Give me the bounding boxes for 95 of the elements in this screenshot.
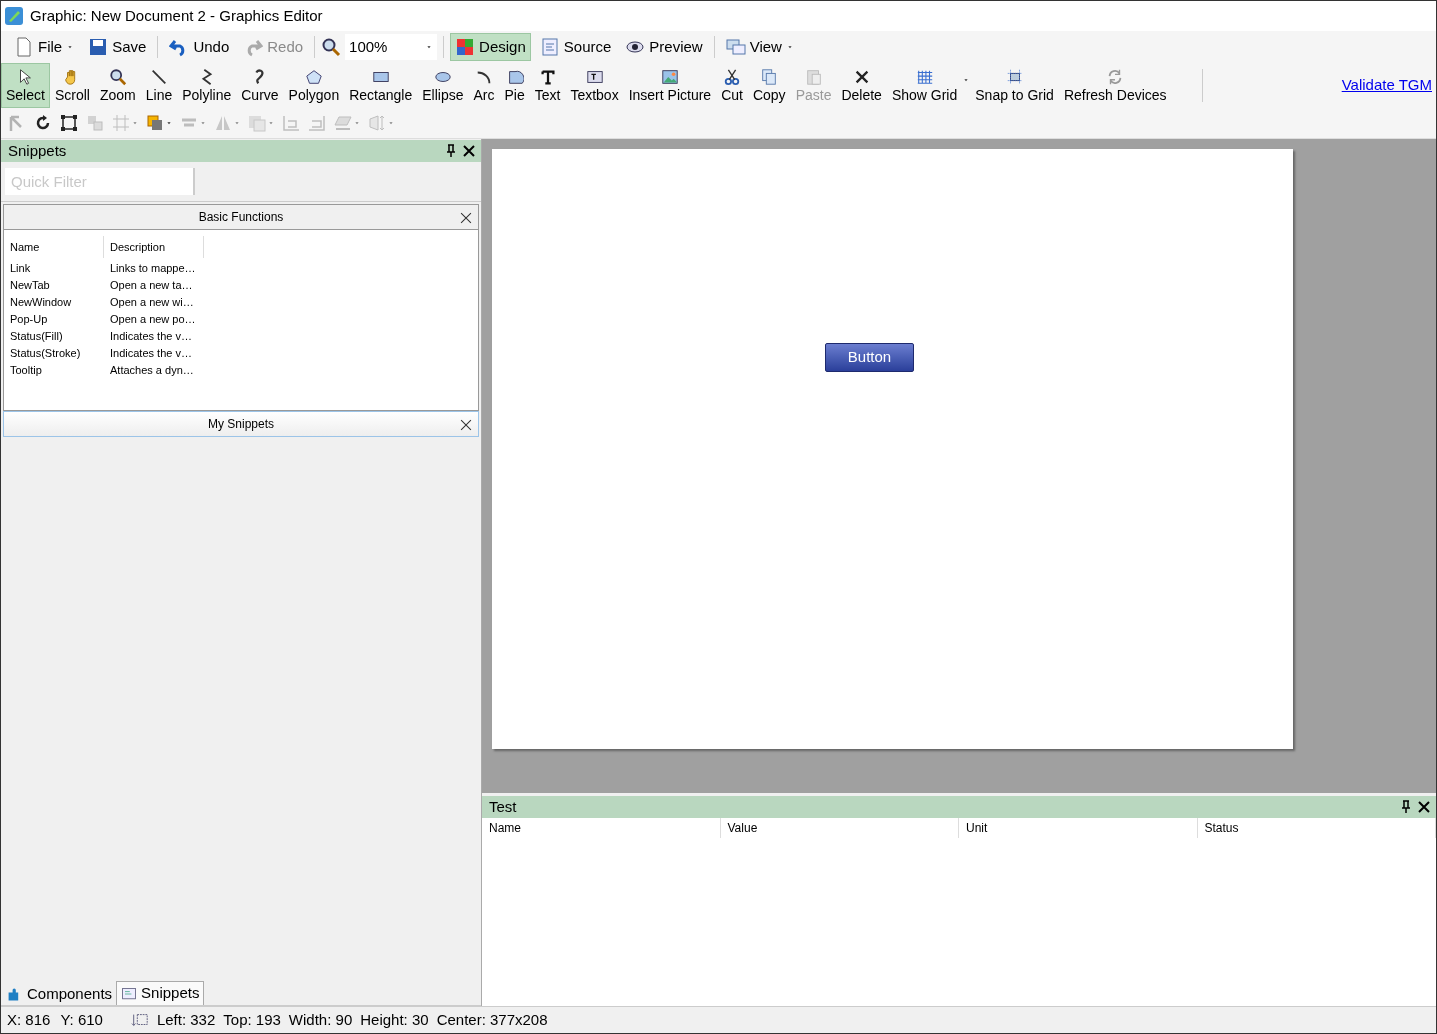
close-icon[interactable] [459, 418, 473, 432]
cursor-x: X: 816 [7, 1009, 51, 1030]
zoom-combo[interactable]: 100% [345, 34, 438, 60]
align-bottom-icon [281, 113, 301, 133]
group-icon [85, 113, 105, 133]
tool-button[interactable]: Zoom [94, 63, 141, 108]
height-icon [367, 113, 387, 133]
mode-tab[interactable]: Design [450, 33, 531, 61]
panel-tab[interactable]: Components [3, 983, 117, 1005]
status-field: Top: 193 [223, 1008, 281, 1032]
toolbar-button[interactable]: Undo [164, 33, 235, 61]
window-title: Graphic: New Document 2 - Graphics Editor [30, 5, 323, 26]
column-header[interactable]: Value [720, 818, 959, 838]
cursor-y: Y: 610 [60, 1009, 103, 1030]
tool-button[interactable]: Snap to Grid [970, 63, 1059, 108]
panel-icon [121, 985, 138, 1002]
close-icon[interactable] [459, 211, 473, 225]
source-icon [539, 37, 560, 57]
toolbar-button[interactable]: View [720, 33, 799, 61]
table-cell-text: NewTab [9, 278, 51, 294]
tool-button[interactable]: Scroll [49, 63, 95, 108]
image-icon [247, 113, 267, 133]
layers-icon [145, 113, 165, 133]
status-field: Width: 90 [288, 1008, 353, 1032]
tool-button[interactable]: Polyline [177, 63, 237, 108]
validate-link[interactable]: Validate TGM [1341, 74, 1432, 97]
table-cell-text: Status(Stroke) [9, 346, 82, 362]
group-header[interactable]: My Snippets [3, 411, 479, 437]
selection-icon [130, 1011, 149, 1029]
copy-icon [760, 67, 779, 86]
table-cell-text: Indicates the v… [109, 329, 193, 345]
document-icon [14, 37, 34, 57]
skew-icon [333, 113, 353, 133]
tool-button[interactable]: Textbox [565, 63, 624, 108]
mode-tab[interactable]: Preview [620, 33, 708, 61]
scissors-icon [723, 67, 742, 86]
align-grid-icon [111, 113, 131, 133]
panel-tab[interactable]: Snippets [116, 981, 205, 1005]
column-header[interactable]: Status [1197, 818, 1436, 838]
align-right-icon [307, 113, 327, 133]
table-cell-text: Link [9, 261, 32, 277]
tool-button[interactable]: Insert Picture [623, 63, 717, 108]
clipboard-icon [804, 67, 823, 86]
resize-icon [59, 113, 79, 133]
line-icon [149, 67, 168, 86]
table-cell-text: Status(Fill) [9, 329, 64, 345]
text-icon [538, 67, 557, 86]
app-icon [4, 6, 24, 26]
status-field: Height: 30 [360, 1008, 429, 1032]
pentagon-icon [304, 67, 323, 86]
tool-button[interactable]: Arc [468, 63, 500, 108]
search-icon [321, 37, 342, 57]
table-cell-text: Indicates the v… [109, 346, 193, 362]
group-header[interactable]: Basic Functions [3, 204, 479, 230]
tool-button[interactable]: Line [140, 63, 178, 108]
table-cell-text: Open a new wi… [109, 295, 195, 311]
tool-button[interactable]: Pie [499, 63, 530, 108]
windows-icon [725, 37, 746, 57]
canvas-button[interactable]: Button [825, 343, 914, 372]
search-icon [108, 67, 127, 86]
picture-icon [660, 67, 679, 86]
tool-button[interactable]: Select [1, 63, 50, 108]
tool-button[interactable]: Delete [836, 63, 887, 108]
table-cell-text: Pop-Up [9, 312, 49, 328]
status-field: Left: 332 [156, 1008, 216, 1032]
save-icon [88, 37, 109, 57]
table-cell-text: NewWindow [9, 295, 73, 311]
toolbar-button[interactable]: Save [83, 33, 152, 61]
design-icon [455, 37, 476, 57]
panel-title: Test [489, 796, 517, 817]
tool-button[interactable]: Refresh Devices [1058, 63, 1172, 108]
table-cell-text: Attaches a dyn… [109, 363, 195, 379]
toolbar-button[interactable]: File [9, 33, 80, 61]
close-icon[interactable] [1416, 799, 1432, 815]
column-header[interactable]: Name [482, 818, 721, 838]
column-header[interactable]: Description [104, 236, 204, 258]
table-cell-text: Open a new ta… [109, 278, 194, 294]
table-cell-text: Tooltip [9, 363, 43, 379]
panel-title: Snippets [8, 140, 67, 161]
tool-button[interactable]: Rectangle [344, 63, 418, 108]
column-header[interactable]: Name [4, 236, 104, 258]
tool-button[interactable]: Ellipse [417, 63, 469, 108]
status-field: Center: 377x208 [436, 1008, 548, 1032]
table-cell-text: Links to mappe… [109, 261, 197, 277]
mode-tab[interactable]: Source [534, 33, 617, 61]
tool-button[interactable]: Text [529, 63, 566, 108]
tool-button[interactable]: Copy [747, 63, 791, 108]
tool-button[interactable]: Curve [236, 63, 284, 108]
table-cell-text: Open a new po… [109, 312, 197, 328]
tool-button[interactable]: Show Grid [886, 63, 963, 108]
tool-button[interactable]: Cut [716, 63, 748, 108]
close-icon[interactable] [461, 143, 477, 159]
column-header[interactable]: Unit [959, 818, 1198, 838]
snap-icon [1005, 67, 1024, 86]
tool-button[interactable]: Polygon [283, 63, 345, 108]
